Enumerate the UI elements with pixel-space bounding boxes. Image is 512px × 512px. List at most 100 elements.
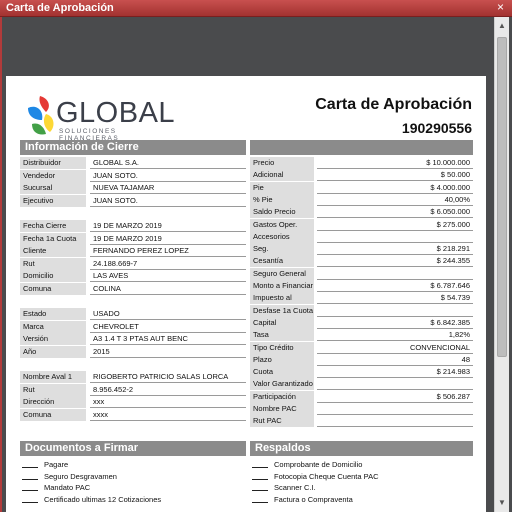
info-left-label: Sucursal: [20, 182, 86, 195]
info-right-label: Saldo Precio: [250, 206, 314, 219]
info-left-label: Cliente: [20, 245, 86, 258]
respaldo-item: Factura o Compraventa: [252, 494, 462, 505]
signature-blank-line: [252, 478, 268, 480]
scroll-down-icon[interactable]: ▼: [495, 496, 509, 510]
info-right-row: Seguro General: [250, 267, 473, 280]
info-left-label: Estado: [20, 308, 86, 321]
signature-blank-line: [252, 490, 268, 491]
info-left-row: Marca CHEVROLET: [20, 320, 246, 333]
info-right-label: Precio: [250, 157, 314, 169]
info-left-value: COLINA: [90, 283, 246, 295]
info-right-label: Seguro General: [250, 267, 314, 280]
logo-petal-green: [32, 123, 46, 135]
info-right-label: Impuesto al Pagare: [250, 292, 314, 314]
respaldo-item: Comprobante de Domicilio: [252, 459, 462, 470]
info-left-value: LAS AVES: [90, 270, 246, 283]
info-right-label: Plazo: [250, 353, 314, 366]
info-right-value: 40,00%: [317, 194, 473, 206]
info-left-value: FERNANDO PEREZ LOPEZ: [90, 245, 246, 258]
info-right-row: Adicional $ 50.000: [250, 169, 473, 182]
info-right-value: [317, 231, 473, 243]
info-right-label: Participación: [250, 390, 314, 403]
info-left-value: 19 DE MARZO 2019: [90, 220, 246, 232]
window-title: Carta de Aprobación: [6, 2, 114, 14]
info-right-row: Rut PAC: [250, 415, 473, 428]
info-left-label: Fecha 1a Cuota: [20, 232, 86, 245]
logo-mark-icon: [28, 96, 54, 135]
info-right-row: Cesantía $ 244.355: [250, 255, 473, 268]
info-right-label: Accesorios: [250, 230, 314, 243]
info-right-row: % Pie 40,00%: [250, 193, 473, 206]
document-number: 190290556: [401, 120, 472, 136]
respaldo-item-label: Comprobante de Domicilio: [274, 460, 363, 469]
info-left-row: Ejecutivo JUAN SOTO.: [20, 194, 246, 207]
info-left-row: Año 2015: [20, 346, 246, 358]
info-right-value: $ 214.983: [317, 366, 473, 379]
signature-blank-line: [22, 467, 38, 468]
info-right-value: [317, 305, 473, 317]
info-right-value: CONVENCIONAL: [317, 342, 473, 354]
signature-blank-line: [22, 490, 38, 491]
info-right-row: Gastos Oper. $ 275.000: [250, 218, 473, 231]
info-left-row: Dirección xxx: [20, 396, 246, 409]
info-left-label: Fecha Cierre: [20, 220, 86, 232]
info-left-row: Distribuidor GLOBAL S.A.: [20, 157, 246, 169]
info-right-row: Monto a Financiar $ 6.787.646: [250, 280, 473, 292]
info-left-label: Nombre Aval 1: [20, 371, 86, 384]
info-left-row: Versión A3 1.4 T 3 PTAS AUT BENC: [20, 333, 246, 346]
info-right-value: $ 6.050.000: [317, 206, 473, 219]
info-right-label: Desfase 1a Cuota: [250, 304, 314, 317]
info-left-label: Comuna: [20, 283, 86, 295]
info-left-row: Nombre Aval 1 RIGOBERTO PATRICIO SALAS LO…: [20, 371, 246, 384]
logo-word: GLOBAL: [56, 97, 176, 129]
scroll-up-icon[interactable]: ▲: [495, 19, 509, 33]
info-right-label: Cuota: [250, 366, 314, 379]
info-right-value: [317, 403, 473, 415]
info-left-value: A3 1.4 T 3 PTAS AUT BENC: [90, 333, 246, 346]
info-right-value: [317, 415, 473, 428]
info-right-row: Capital $ 6.842.385: [250, 316, 473, 329]
info-right-value: $ 54.739: [317, 292, 473, 305]
respaldo-item: Scanner C.I.: [252, 482, 462, 493]
signature-blank-line: [252, 467, 268, 468]
info-right-row: Cuota $ 214.983: [250, 366, 473, 379]
documento-item-label: Certificado ultimas 12 Cotizaciones: [44, 494, 162, 504]
logo-petal-blue: [28, 106, 43, 120]
logo-petal-red: [39, 96, 49, 112]
info-right-value: $ 244.355: [317, 255, 473, 268]
info-right-value: 48: [317, 354, 473, 366]
info-right-row: Nombre PAC: [250, 403, 473, 415]
info-right-value: [317, 268, 473, 280]
vertical-scrollbar[interactable]: ▲ ▼: [494, 17, 509, 512]
info-left-value: 19 DE MARZO 2019: [90, 233, 246, 245]
info-right-row: Participación $ 506.287: [250, 390, 473, 403]
info-left-value: 24.188.669-7: [90, 258, 246, 270]
info-left-value: NUEVA TAJAMAR: [90, 182, 246, 195]
info-left-label: Rut: [20, 257, 86, 270]
info-left-value: CHEVROLET: [90, 321, 246, 333]
close-icon[interactable]: ×: [494, 1, 507, 14]
info-left-row: Comuna COLINA: [20, 283, 246, 295]
info-left-row: Estado USADO: [20, 308, 246, 321]
document-page: GLOBAL SOLUCIONES FINANCIERAS Carta de A…: [6, 76, 486, 512]
info-right-row: Tasa 1,82%: [250, 329, 473, 342]
info-right-label: Pie: [250, 181, 314, 194]
info-left-label: Distribuidor: [20, 157, 86, 169]
info-right-label: Gastos Oper.: [250, 218, 314, 231]
info-right-row: Desfase 1a Cuota: [250, 304, 473, 317]
info-left-row: Fecha 1a Cuota 19 DE MARZO 2019: [20, 232, 246, 245]
info-right-row: Accesorios: [250, 230, 473, 243]
respaldos-heading: Respaldos: [250, 441, 473, 456]
documento-item-label: Mandato PAC: [44, 483, 91, 492]
scroll-thumb[interactable]: [497, 37, 507, 357]
info-left-label: Marca: [20, 320, 86, 333]
info-right-row: Saldo Precio $ 6.050.000: [250, 206, 473, 219]
info-left-value: JUAN SOTO.: [90, 195, 246, 207]
info-left-label: Año: [20, 346, 86, 358]
documento-item: Pagare: [22, 459, 232, 470]
info-right-row: Plazo 48: [250, 353, 473, 366]
window-left-edge: [0, 17, 2, 512]
documento-item: Certificado ultimas 12 Cotizaciones: [22, 494, 232, 505]
info-cierre-heading-right: [250, 140, 473, 155]
info-right-row: Precio $ 10.000.000: [250, 157, 473, 169]
